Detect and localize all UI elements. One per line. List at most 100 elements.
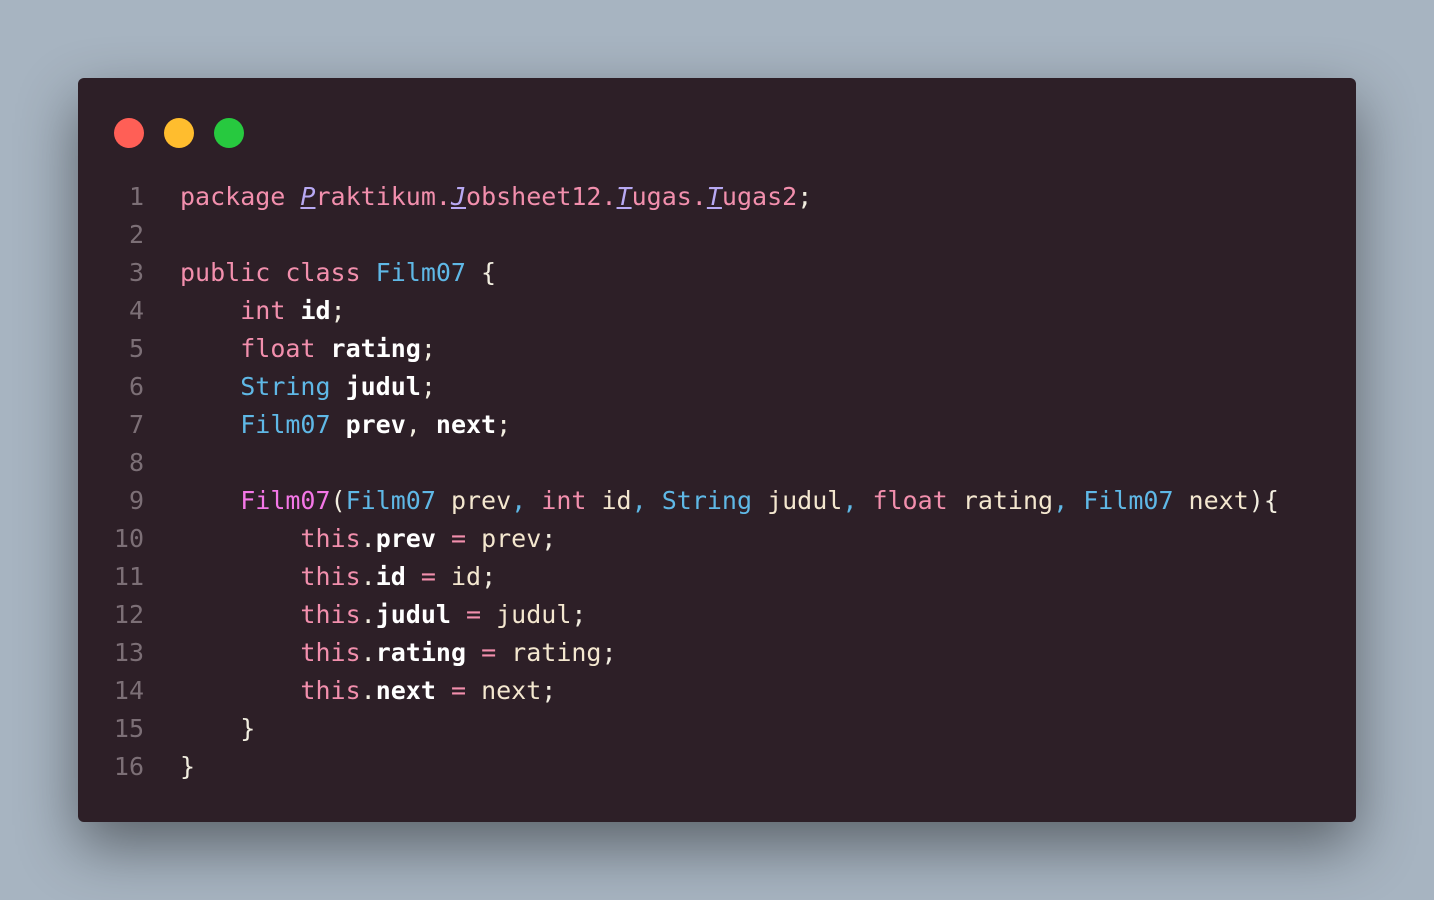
code-token: = xyxy=(450,600,497,629)
code-token: prev xyxy=(450,486,512,515)
code-token: this xyxy=(300,638,361,667)
code-token: T xyxy=(616,182,632,211)
code-line: 9 Film07(Film07 prev, int id, String jud… xyxy=(78,482,1356,520)
line-number: 8 xyxy=(128,448,144,477)
code-token: package xyxy=(180,182,301,211)
code-token: T xyxy=(706,182,722,211)
code-token: ; xyxy=(601,638,617,667)
line-source: float rating; xyxy=(144,330,436,368)
code-token: , xyxy=(842,486,873,515)
code-token: next xyxy=(375,676,436,705)
code-token: next xyxy=(1188,486,1249,515)
line-source: package Praktikum.Jobsheet12.Tugas.Tugas… xyxy=(144,178,812,216)
code-token: obsheet12. xyxy=(466,182,617,211)
code-token: prev xyxy=(375,524,436,553)
close-button[interactable] xyxy=(114,118,144,148)
code-line: 10 this.prev = prev; xyxy=(78,520,1356,558)
code-line: 11 this.id = id; xyxy=(78,558,1356,596)
code-token: id xyxy=(375,562,406,591)
line-number: 15 xyxy=(113,714,144,743)
line-source: } xyxy=(144,748,195,786)
code-token: Film07 xyxy=(240,410,346,439)
line-number: 7 xyxy=(128,410,144,439)
line-number: 2 xyxy=(128,220,144,249)
code-token: rating xyxy=(375,638,467,667)
code-token: String xyxy=(240,372,346,401)
code-token: judul xyxy=(496,600,572,629)
code-token: , xyxy=(511,486,542,515)
code-token: this xyxy=(300,524,361,553)
code-token: . xyxy=(360,600,376,629)
code-token: int xyxy=(240,296,301,325)
code-token: ; xyxy=(541,524,557,553)
code-token: raktikum. xyxy=(315,182,451,211)
code-token: = xyxy=(435,676,482,705)
line-number: 16 xyxy=(113,752,144,781)
code-token: . xyxy=(360,676,376,705)
code-line: 2 xyxy=(78,216,1356,254)
code-token: id xyxy=(601,486,632,515)
code-token: , xyxy=(1053,486,1084,515)
code-token: Film07 xyxy=(375,258,466,287)
line-source: int id; xyxy=(144,292,345,330)
line-number: 1 xyxy=(128,182,144,211)
line-number: 4 xyxy=(128,296,144,325)
code-line: 7 Film07 prev, next; xyxy=(78,406,1356,444)
line-number: 12 xyxy=(113,600,144,629)
code-line: 12 this.judul = judul; xyxy=(78,596,1356,634)
code-token: } xyxy=(180,752,196,781)
code-token: int xyxy=(541,486,602,515)
code-token: judul xyxy=(767,486,843,515)
code-token: rating xyxy=(511,638,602,667)
code-line: 4 int id; xyxy=(78,292,1356,330)
code-token: , xyxy=(631,486,662,515)
code-line: 1 package Praktikum.Jobsheet12.Tugas.Tuga… xyxy=(78,178,1356,216)
code-token: = xyxy=(466,638,512,667)
code-token: this xyxy=(300,562,361,591)
code-token: = xyxy=(405,562,451,591)
line-source: String judul; xyxy=(144,368,436,406)
minimize-button[interactable] xyxy=(164,118,194,148)
line-source: this.next = next; xyxy=(144,672,556,710)
window-controls xyxy=(114,118,244,148)
code-token: rating xyxy=(962,486,1054,515)
code-token: { xyxy=(465,258,497,287)
code-line: 14 this.next = next; xyxy=(78,672,1356,710)
code-token: } xyxy=(180,714,256,743)
line-number: 10 xyxy=(113,524,144,553)
code-token: rating xyxy=(330,334,421,363)
code-token: . xyxy=(360,524,376,553)
code-token: class xyxy=(285,258,376,287)
code-token: ugas. xyxy=(631,182,707,211)
code-token: String xyxy=(661,486,768,515)
code-token: Film07 xyxy=(1083,486,1189,515)
line-source: this.prev = prev; xyxy=(144,520,556,558)
code-token: ( xyxy=(330,486,346,515)
code-token: id xyxy=(300,296,331,325)
code-line: 13 this.rating = rating; xyxy=(78,634,1356,672)
line-source: Film07(Film07 prev, int id, String judul… xyxy=(144,482,1279,520)
line-number: 5 xyxy=(128,334,144,363)
line-number: 11 xyxy=(113,562,144,591)
code-token: next xyxy=(435,410,497,439)
line-source: this.rating = rating; xyxy=(144,634,617,672)
code-token: . xyxy=(360,638,376,667)
line-source: Film07 prev, next; xyxy=(144,406,511,444)
code-token: ugas2 xyxy=(721,182,798,211)
line-number: 9 xyxy=(128,486,144,515)
code-token: = xyxy=(435,524,482,553)
maximize-button[interactable] xyxy=(214,118,244,148)
line-number: 6 xyxy=(128,372,144,401)
code-line: 16} xyxy=(78,748,1356,786)
line-number: 13 xyxy=(113,638,144,667)
code-token: ; xyxy=(420,372,436,401)
line-source: public class Film07 { xyxy=(144,254,496,292)
